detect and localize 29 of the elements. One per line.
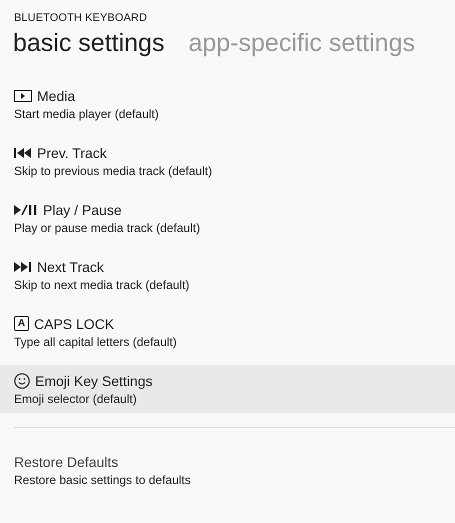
setting-title: Play / Pause	[43, 202, 122, 218]
setting-description: Start media player (default)	[14, 106, 160, 120]
setting-description: Skip to previous media track (default)	[14, 164, 214, 178]
setting-item[interactable]: Play / Pause Play or pause media track (default)	[0, 194, 455, 242]
play-pause-icon	[14, 204, 38, 214]
previous-track-icon	[14, 148, 32, 158]
setting-item[interactable]: Next Track Skip to next media track (default)	[0, 251, 455, 299]
setting-title: Media	[37, 88, 76, 104]
setting-item[interactable]: Prev. Track Skip to previous media track (default)	[0, 137, 455, 185]
setting-title: Restore Defaults	[14, 454, 120, 470]
setting-item[interactable]: Emoji Key Settings Emoji selector (default)	[0, 365, 455, 413]
setting-description: Emoji selector (default)	[14, 392, 138, 406]
letter-key-icon: A	[14, 316, 29, 331]
setting-description: Skip to next media track (default)	[14, 278, 190, 292]
setting-description: Type all capital letters (default)	[14, 334, 178, 348]
media-player-icon	[14, 90, 32, 102]
setting-title: CAPS LOCK	[34, 316, 114, 332]
setting-item[interactable]: Media Start media player (default)	[0, 80, 455, 128]
tab[interactable]: basic settings	[13, 29, 164, 58]
next-track-icon	[14, 262, 32, 272]
page-header: BLUETOOTH KEYBOARD	[13, 12, 148, 24]
setting-item[interactable]: A CAPS LOCK Type all capital letters (default)	[0, 308, 455, 356]
setting-description: Restore basic settings to defaults	[14, 472, 192, 486]
smiley-icon	[14, 372, 30, 388]
restore-defaults-item[interactable]: Restore Defaults Restore basic settings to defaults	[0, 446, 455, 494]
setting-title: Emoji Key Settings	[35, 372, 152, 388]
setting-title: Prev. Track	[37, 144, 107, 160]
setting-title: Next Track	[37, 258, 104, 274]
setting-description: Play or pause media track (default)	[14, 220, 202, 234]
